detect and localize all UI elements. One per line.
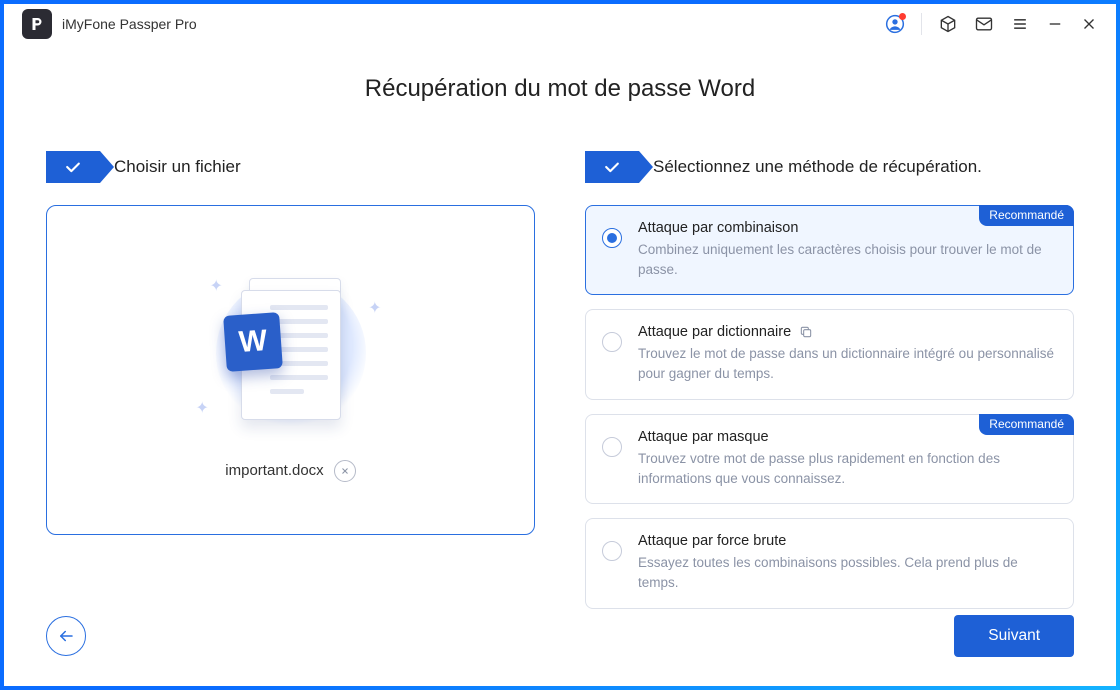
page-title: Récupération du mot de passe Word: [46, 75, 1074, 103]
recommended-tag: Recommandé: [979, 414, 1074, 435]
menu-icon[interactable]: [1010, 14, 1030, 34]
recommended-tag: Recommandé: [979, 205, 1074, 226]
step-badge-check-icon: [46, 151, 100, 183]
step-choose-file-header: Choisir un fichier: [46, 151, 535, 183]
method-desc: Combinez uniquement les caractères chois…: [638, 240, 1057, 281]
method-dictionary[interactable]: Attaque par dictionnaire Trouvez le mot …: [585, 309, 1074, 400]
next-button[interactable]: Suivant: [954, 615, 1074, 657]
method-title: Attaque par dictionnaire: [638, 324, 1057, 340]
method-list: Attaque par combinaison Combinez uniquem…: [585, 205, 1074, 609]
word-app-icon: W: [223, 312, 283, 372]
method-desc: Trouvez le mot de passe dans un dictionn…: [638, 344, 1057, 385]
titlebar: iMyFone Passper Pro: [4, 4, 1116, 45]
divider: [921, 13, 922, 35]
method-desc: Trouvez votre mot de passe plus rapideme…: [638, 449, 1057, 490]
method-combination[interactable]: Attaque par combinaison Combinez uniquem…: [585, 205, 1074, 296]
app-title: iMyFone Passper Pro: [62, 16, 197, 32]
minimize-button[interactable]: [1046, 15, 1064, 33]
method-title: Attaque par force brute: [638, 533, 1057, 549]
step-choose-method-label: Sélectionnez une méthode de récupération…: [653, 157, 982, 177]
method-mask[interactable]: Attaque par masque Trouvez votre mot de …: [585, 414, 1074, 505]
sparkle-icon: ✦: [196, 398, 209, 418]
radio-icon: [602, 228, 622, 248]
file-name: important.docx: [225, 462, 323, 479]
radio-icon: [602, 541, 622, 561]
radio-icon: [602, 332, 622, 352]
file-card[interactable]: ✦ ✦ ✦ W: [46, 205, 535, 535]
step-choose-method-header: Sélectionnez une méthode de récupération…: [585, 151, 1074, 183]
clear-file-button[interactable]: [334, 460, 356, 482]
method-desc: Essayez toutes les combinaisons possible…: [638, 553, 1057, 594]
back-button[interactable]: [46, 616, 86, 656]
close-button[interactable]: [1080, 15, 1098, 33]
step-choose-file-label: Choisir un fichier: [114, 157, 241, 177]
sparkle-icon: ✦: [368, 298, 381, 318]
method-brute-force[interactable]: Attaque par force brute Essayez toutes l…: [585, 518, 1074, 609]
radio-icon: [602, 437, 622, 457]
account-icon[interactable]: [885, 14, 905, 34]
copy-icon: [799, 325, 813, 339]
app-logo: [22, 9, 52, 39]
document-illustration: ✦ ✦ ✦ W: [196, 258, 386, 448]
mail-icon[interactable]: [974, 14, 994, 34]
step-badge-check-icon: [585, 151, 639, 183]
sparkle-icon: ✦: [210, 276, 223, 296]
cube-icon[interactable]: [938, 14, 958, 34]
